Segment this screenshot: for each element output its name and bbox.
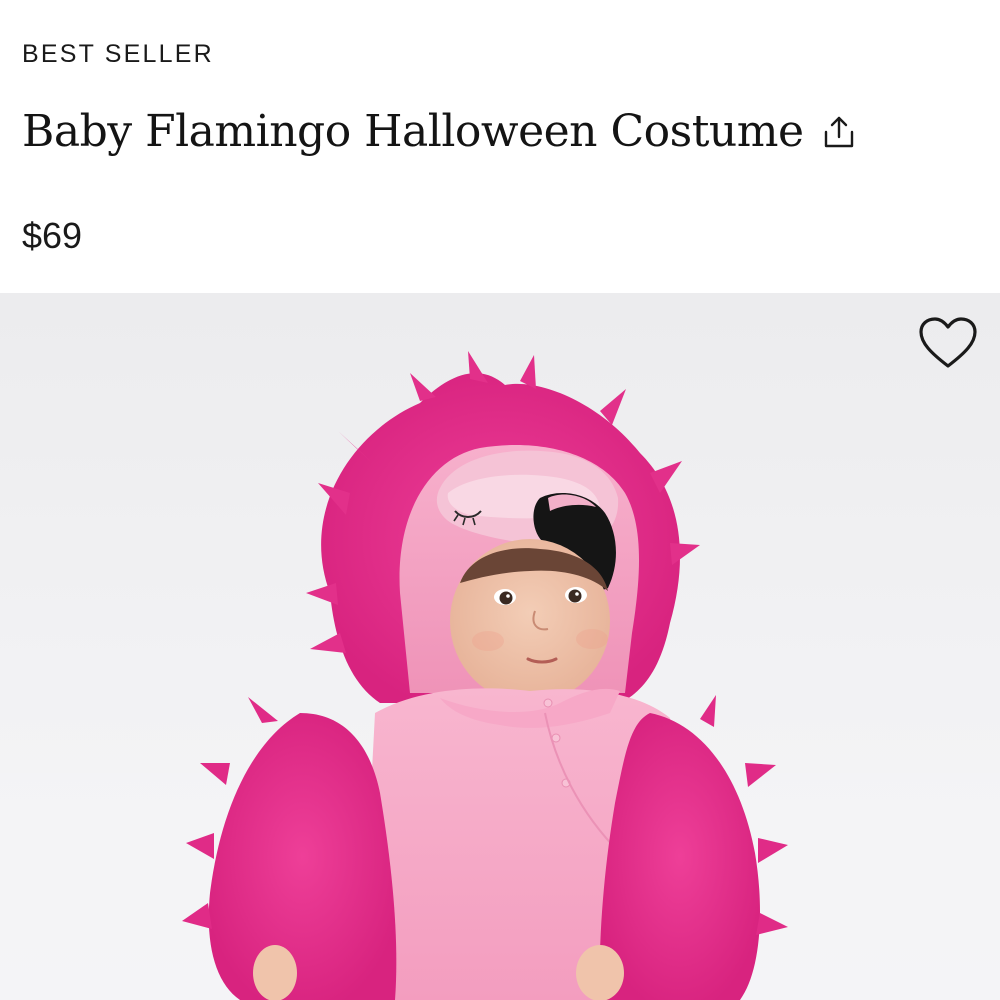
favorite-button[interactable]: [916, 313, 980, 373]
product-price: $69: [22, 215, 83, 256]
best-seller-badge: BEST SELLER: [22, 40, 214, 68]
title-row: Baby Flamingo Halloween Costume: [22, 100, 970, 164]
heart-icon: [919, 317, 977, 368]
share-button[interactable]: [818, 111, 860, 153]
product-page: BEST SELLER Baby Flamingo Halloween Cost…: [0, 0, 1000, 1000]
product-title: Baby Flamingo Halloween Costume: [22, 106, 804, 157]
product-photo: [0, 351, 1000, 1000]
product-image[interactable]: [0, 293, 1000, 1000]
share-icon: [824, 116, 853, 148]
